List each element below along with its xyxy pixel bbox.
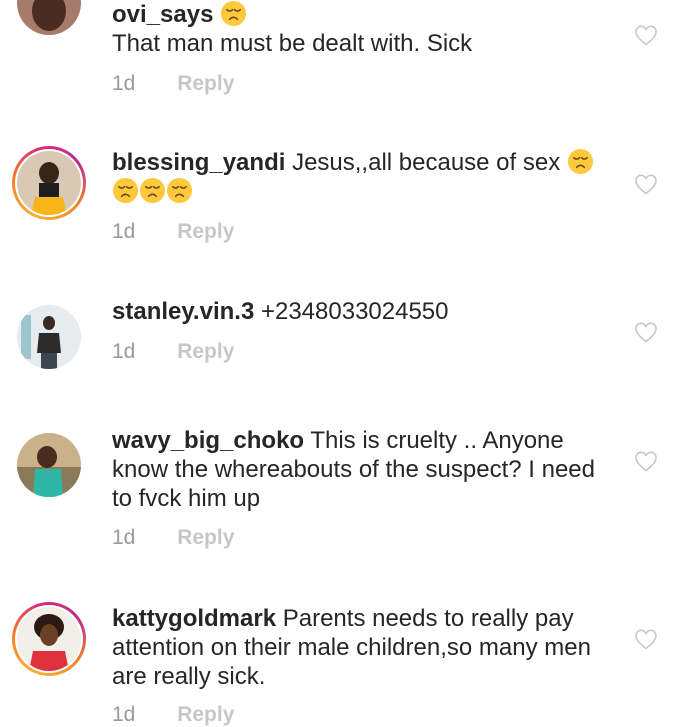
heart-outline-icon[interactable]: [634, 321, 658, 343]
story-ring: [15, 605, 83, 673]
story-ring: [15, 149, 83, 217]
avatar[interactable]: [12, 300, 86, 374]
avatar-photo: [17, 151, 81, 215]
timestamp: 1d: [112, 526, 136, 549]
username[interactable]: stanley.vin.3: [112, 298, 254, 325]
avatar[interactable]: [12, 0, 86, 40]
heart-outline-icon[interactable]: [634, 173, 658, 195]
comment-text-block: kattygoldmark Parents needs to really pa…: [112, 604, 612, 691]
comment-text: +2348033024550: [260, 298, 449, 325]
disappointed-face-icon: [220, 0, 247, 27]
avatar-photo: [17, 433, 81, 497]
heart-outline-icon[interactable]: [634, 24, 658, 46]
comment-meta: 1d Reply: [112, 703, 234, 727]
reply-button[interactable]: Reply: [177, 72, 234, 95]
comment-text: That man must be dealt with. Sick: [112, 30, 473, 57]
comment-text-block: wavy_big_choko This is cruelty .. Anyone…: [112, 426, 612, 513]
avatar-photo: [17, 0, 81, 35]
reply-button[interactable]: Reply: [177, 220, 234, 243]
reply-button[interactable]: Reply: [177, 340, 234, 363]
username[interactable]: wavy_big_choko: [112, 427, 304, 454]
reply-button[interactable]: Reply: [177, 526, 234, 549]
comment-meta: 1d Reply: [112, 340, 234, 364]
heart-outline-icon[interactable]: [634, 450, 658, 472]
username[interactable]: blessing_yandi: [112, 149, 285, 176]
comment-text: Jesus,,all because of sex: [292, 149, 561, 176]
timestamp: 1d: [112, 340, 136, 363]
avatar[interactable]: [12, 428, 86, 502]
comment-meta: 1d Reply: [112, 220, 234, 244]
avatar[interactable]: [12, 146, 86, 220]
timestamp: 1d: [112, 220, 136, 243]
comment-text-block: stanley.vin.3 +2348033024550: [112, 297, 612, 326]
comment-meta: 1d Reply: [112, 526, 234, 550]
disappointed-face-icon: [139, 177, 166, 204]
username[interactable]: kattygoldmark: [112, 605, 276, 632]
disappointed-face-icon: [567, 148, 594, 175]
reply-button[interactable]: Reply: [177, 703, 234, 726]
disappointed-face-icon: [112, 177, 139, 204]
avatar-photo: [17, 607, 81, 671]
username[interactable]: ovi_says: [112, 1, 213, 28]
heart-outline-icon[interactable]: [634, 628, 658, 650]
comment-text-block: ovi_says That man must be dealt with. Si…: [112, 0, 612, 58]
avatar[interactable]: [12, 602, 86, 676]
timestamp: 1d: [112, 703, 136, 726]
comment-text-block: blessing_yandi Jesus,,all because of sex: [112, 148, 612, 206]
disappointed-face-icon: [166, 177, 193, 204]
timestamp: 1d: [112, 72, 136, 95]
avatar-photo: [17, 305, 81, 369]
comment-meta: 1d Reply: [112, 72, 234, 96]
